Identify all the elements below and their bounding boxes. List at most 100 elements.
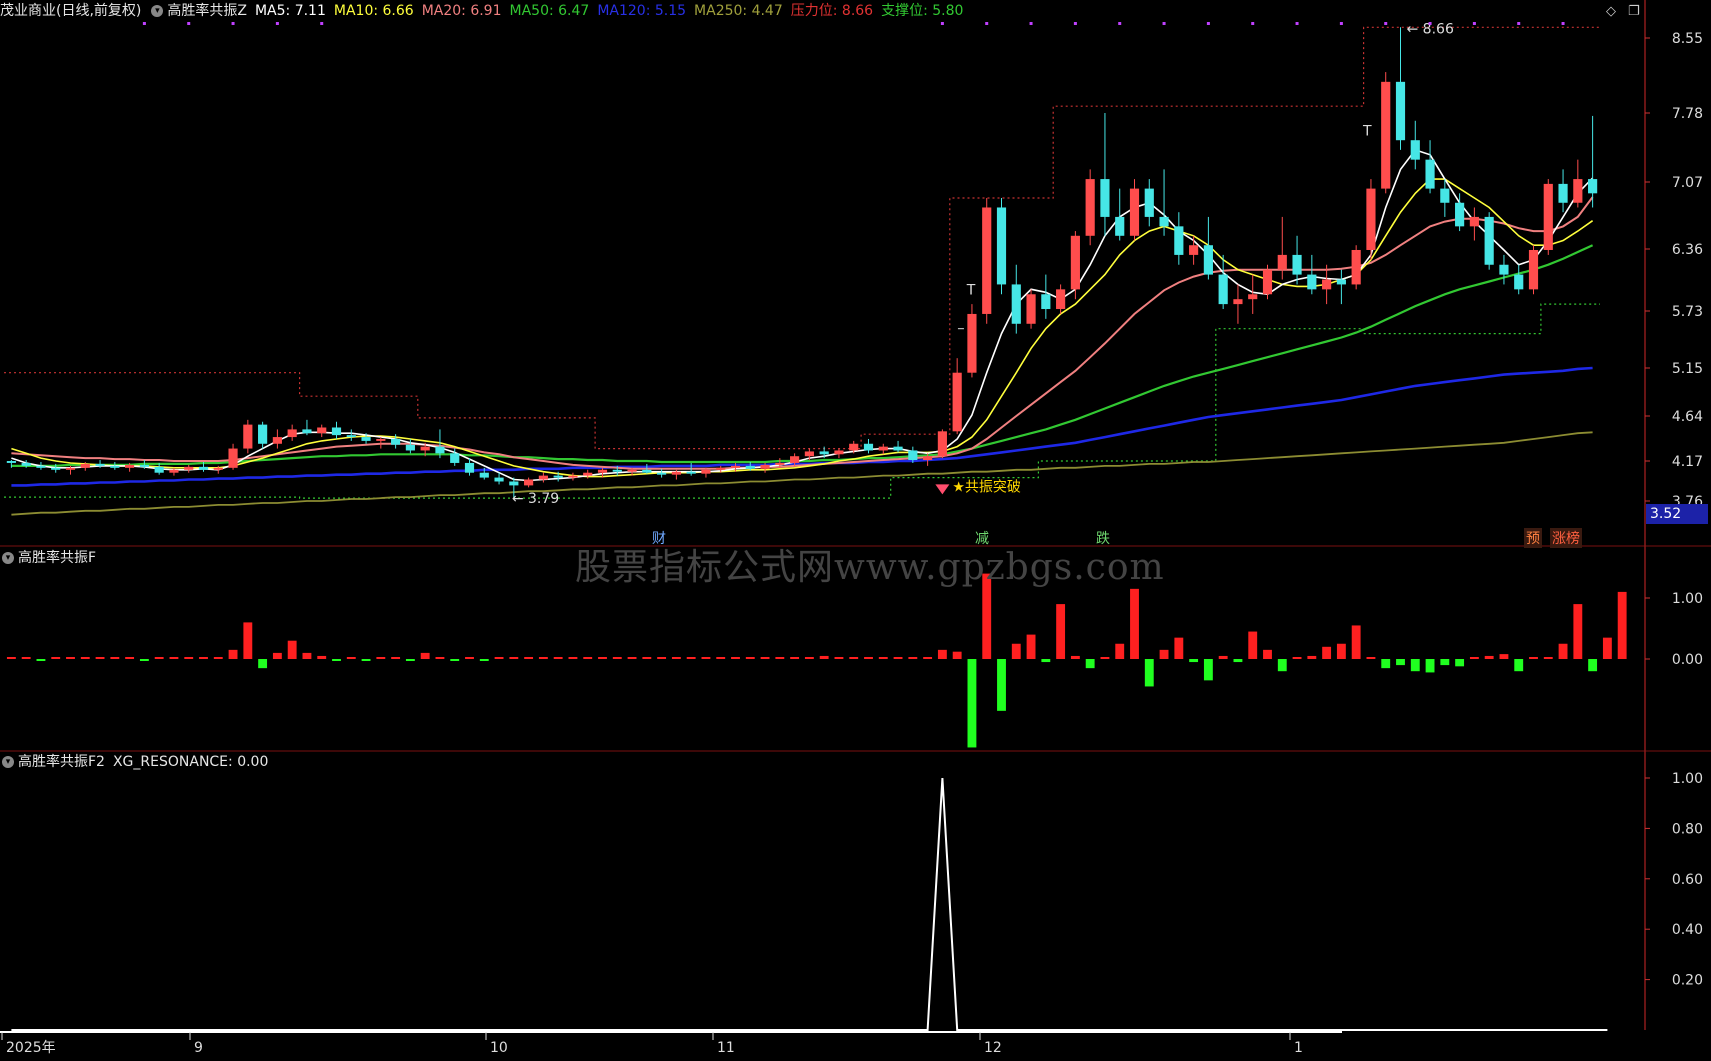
event-marker-finance[interactable]: 财 [652,528,666,548]
pane-collapse-icon[interactable]: ▾ [151,5,164,17]
f-bar [952,651,962,659]
candle-body [95,463,105,466]
candle-body [1041,294,1051,310]
f-bar [937,649,947,659]
chart-canvas[interactable]: 8.557.787.076.365.735.154.644.173.76← 8.… [0,0,1711,1061]
f-bar [1410,659,1420,672]
candle-body [228,448,238,468]
window-icon[interactable]: ❐ [1628,4,1640,19]
candle-body [553,475,563,478]
f-bar [391,657,401,659]
pane-collapse-icon[interactable]: ▾ [2,756,14,768]
candle-body [1558,183,1568,203]
candle-body [1381,81,1391,189]
candle-body [1189,245,1199,255]
f-bar [1307,655,1317,659]
f-bar [1469,657,1479,659]
f2-pane-header: ▾ 高胜率共振F2 XG_RESONANCE: 0.00 [0,751,276,773]
support-value: 支撑位: 5.80 [881,3,964,19]
event-marker-forecast[interactable]: 预 [1524,528,1542,548]
diamond-icon[interactable]: ◇ [1606,4,1616,19]
candle-body [686,471,696,474]
candle-body [125,464,135,468]
price-pane-header: 茂业商业(日线,前复权) ▾ 高胜率共振Z MA5: 7.11 MA10: 6.… [0,0,971,22]
candle-body [1469,216,1479,227]
candle-body [36,465,46,468]
candle-body [657,472,667,475]
f2-pane-title: 高胜率共振F2 [18,754,105,770]
f-bar [612,657,622,659]
t-marker: T [966,282,976,298]
f-bar [819,655,829,659]
candle-body [1262,269,1273,295]
candle-body [1528,249,1539,290]
f-bar [1617,591,1627,659]
f-bar [80,657,90,659]
f-bar [1100,657,1110,659]
candle-body [937,431,947,457]
candle-body [213,467,223,470]
f-bar [760,657,770,659]
candle-body [258,424,268,444]
candle-body [863,443,874,451]
candle-body [110,465,120,468]
candle-body [597,469,608,473]
signal-dot [1162,22,1166,25]
f-bar [1396,659,1405,666]
signal-dot [187,22,191,25]
f-pane-title: 高胜率共振F [18,550,97,566]
candle-body [494,477,504,482]
candle-body [1455,202,1465,227]
ma20-value: MA20: 6.91 [421,3,502,19]
f-bar [790,657,800,659]
candle-body [538,475,548,480]
candle-body [331,427,342,436]
pane-collapse-icon[interactable]: ▾ [2,552,14,564]
event-marker-drop[interactable]: 跌 [1096,528,1110,548]
f-bar [686,657,696,659]
candle-body [701,469,711,474]
signal-dot [1472,22,1476,25]
f-bar [923,657,933,659]
signal-dot [1073,22,1077,25]
f-bar [243,622,253,659]
f-bar [1248,631,1258,659]
f-bar [465,657,474,659]
f-bar [908,657,918,659]
f2-tick-label: 1.00 [1672,771,1703,787]
candle-body [139,464,149,467]
candle-body [302,429,312,434]
f-bar [509,657,519,659]
price-tick-label: 8.55 [1672,31,1703,47]
f-bar [1203,659,1213,681]
f-bar [1602,637,1612,659]
candle-body [878,446,888,451]
f-bar [524,657,534,659]
candle-body [1425,159,1435,189]
f-bar [893,657,903,659]
f-pane-header: ▾ 高胜率共振F [0,547,104,569]
f-bar [169,657,179,659]
candle-body [1129,188,1140,236]
candle-body [908,450,918,461]
event-marker-reduce[interactable]: 减 [975,528,989,548]
candle-body [790,456,800,463]
candle-body [583,472,593,476]
event-marker-limit-up[interactable]: 涨榜 [1550,528,1582,548]
resonance-label: ★共振突破 [952,479,1021,495]
candle-body [1588,179,1598,194]
time-label: 1 [1294,1040,1303,1056]
f-bar [139,659,149,661]
candle-body [568,475,578,478]
f-bar [21,657,31,659]
f-bar [716,657,726,659]
signal-dot [1561,22,1565,25]
price-tick-label: 5.15 [1672,361,1703,377]
signal-dot [231,22,235,25]
signal-dot [1206,22,1210,25]
f-bar [450,659,460,661]
f-bar [553,657,563,659]
f-bar [849,657,859,659]
candle-body [1026,294,1036,324]
candle-body [893,446,903,451]
